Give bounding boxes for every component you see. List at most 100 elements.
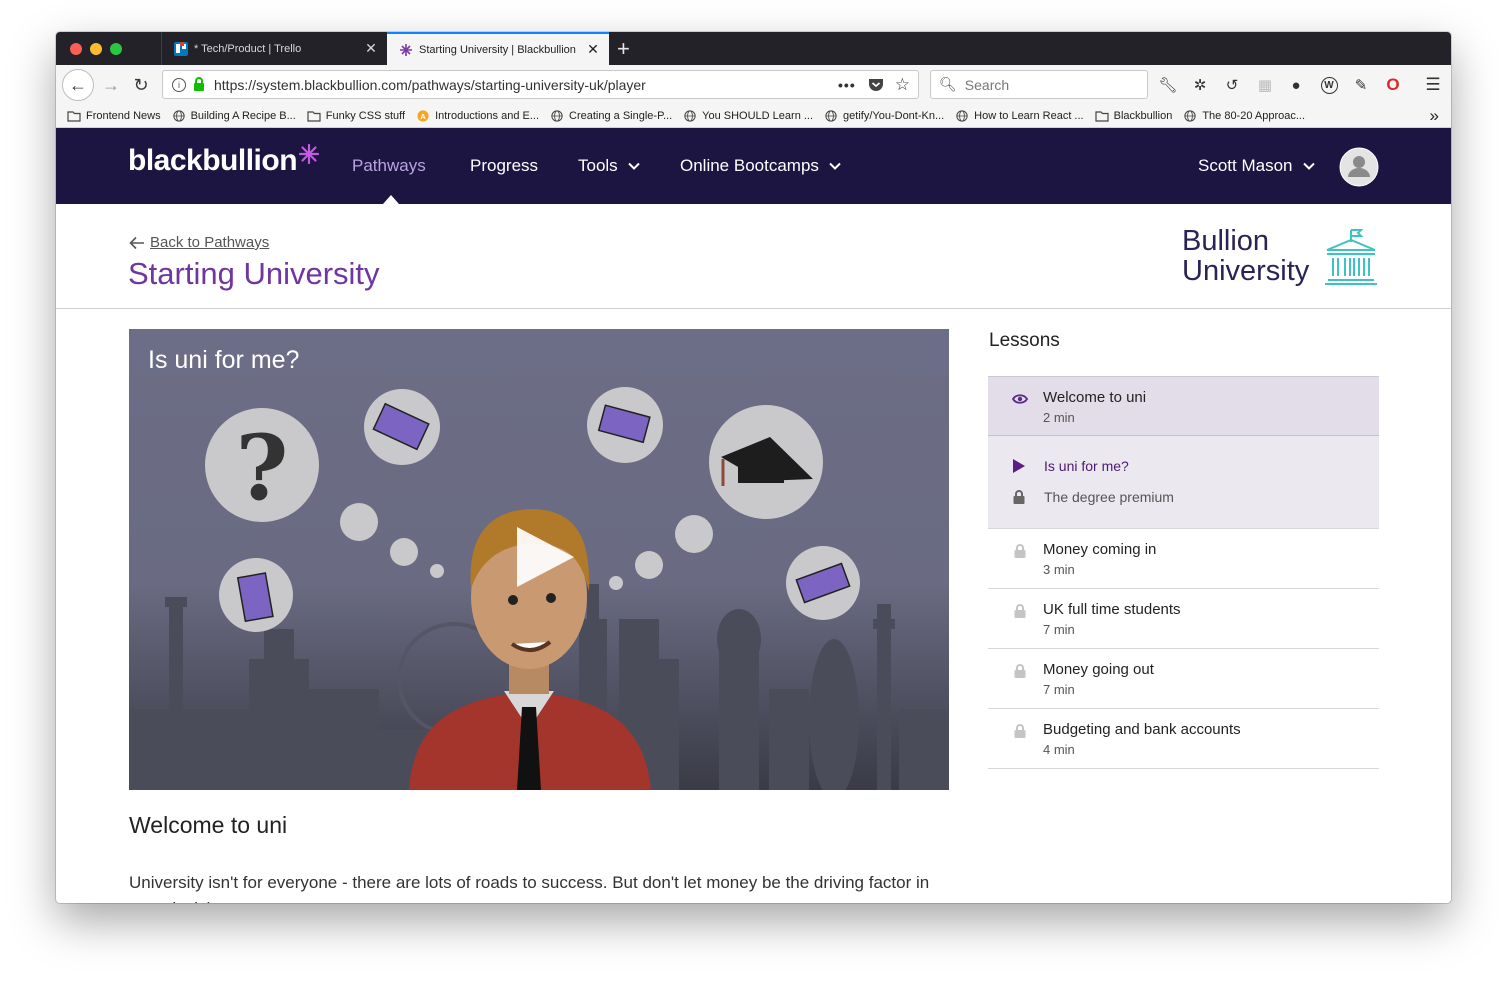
bookmark-item[interactable]: How to Learn React ... bbox=[955, 110, 1084, 122]
url-text[interactable]: https://system.blackbullion.com/pathways… bbox=[214, 77, 838, 93]
close-window-icon[interactable] bbox=[70, 43, 82, 55]
bookmark-item[interactable]: Creating a Single-P... bbox=[550, 110, 672, 122]
chevron-down-icon bbox=[829, 162, 841, 170]
wappalyzer-icon[interactable]: W bbox=[1318, 74, 1340, 96]
info-icon[interactable]: i bbox=[172, 77, 186, 92]
lesson-duration: 7 min bbox=[1043, 682, 1075, 697]
opera-icon[interactable]: O bbox=[1382, 74, 1404, 96]
active-nav-indicator bbox=[383, 195, 399, 204]
site-logo[interactable]: blackbullion bbox=[128, 144, 320, 178]
bookmarks-overflow-icon[interactable]: » bbox=[1430, 106, 1439, 126]
tab-title: Starting University | Blackbullion bbox=[419, 43, 576, 56]
bookmark-label: Frontend News bbox=[86, 110, 161, 122]
lesson-item[interactable]: Money going out 7 min bbox=[988, 649, 1379, 709]
avatar[interactable] bbox=[1339, 147, 1379, 187]
back-to-pathways-link[interactable]: Back to Pathways bbox=[129, 234, 269, 251]
nav-tools[interactable]: Tools bbox=[578, 156, 640, 176]
new-tab-icon[interactable]: + bbox=[617, 36, 630, 62]
lesson-title: Budgeting and bank accounts bbox=[1043, 721, 1241, 738]
university-building-icon bbox=[1325, 229, 1377, 285]
globe-icon bbox=[825, 110, 837, 122]
sublesson-item[interactable]: Is uni for me? bbox=[1012, 458, 1129, 474]
trello-icon bbox=[174, 41, 188, 56]
bookmark-label: Funky CSS stuff bbox=[325, 110, 406, 122]
bookmark-label: getify/You-Dont-Kn... bbox=[843, 110, 945, 122]
menu-icon[interactable]: ☰ bbox=[1422, 74, 1444, 96]
lesson-duration: 3 min bbox=[1043, 562, 1075, 577]
lesson-item[interactable]: Money coming in 3 min bbox=[988, 529, 1379, 589]
folder-icon bbox=[67, 111, 81, 122]
pocket-icon[interactable] bbox=[868, 77, 884, 92]
extension-balls-icon[interactable]: ● bbox=[1285, 74, 1307, 96]
bookmark-item[interactable]: The 80-20 Approac... bbox=[1183, 110, 1305, 122]
search-bar[interactable]: 🔍︎ Search bbox=[930, 70, 1148, 99]
lesson-item[interactable]: UK full time students 7 min bbox=[988, 589, 1379, 649]
tab-blackbullion[interactable]: Starting University | Blackbullion ✕ bbox=[387, 32, 609, 65]
bookmark-label: Blackbullion bbox=[1113, 110, 1173, 122]
nav-pathways[interactable]: Pathways bbox=[352, 156, 426, 176]
lesson-duration: 7 min bbox=[1043, 622, 1075, 637]
bookmark-item[interactable]: You SHOULD Learn ... bbox=[683, 110, 813, 122]
bookmark-label: You SHOULD Learn ... bbox=[702, 110, 814, 122]
tab-strip: * Tech/Product | Trello ✕ Starting Unive… bbox=[56, 32, 1451, 65]
folder-icon bbox=[1095, 111, 1109, 122]
bookmark-item[interactable]: Funky CSS stuff bbox=[307, 110, 405, 122]
partner-logo-line1: Bullion bbox=[1182, 225, 1270, 257]
arrow-left-icon bbox=[129, 236, 144, 249]
lock-icon bbox=[1013, 490, 1025, 504]
close-tab-icon[interactable]: ✕ bbox=[583, 41, 603, 58]
globe-icon bbox=[684, 110, 696, 122]
eye-icon bbox=[1012, 394, 1028, 404]
forward-icon[interactable]: → bbox=[96, 70, 126, 100]
logo-star-icon bbox=[299, 144, 320, 164]
globe-icon bbox=[956, 110, 968, 122]
reload-icon[interactable]: ↻ bbox=[126, 70, 156, 100]
chevron-down-icon bbox=[627, 162, 640, 170]
blackbullion-star-icon bbox=[400, 43, 412, 56]
user-name: Scott Mason bbox=[1198, 156, 1293, 175]
tab-trello[interactable]: * Tech/Product | Trello ✕ bbox=[161, 32, 387, 65]
eyedropper-icon[interactable]: ✎ bbox=[1350, 74, 1372, 96]
lesson-duration: 4 min bbox=[1043, 742, 1075, 757]
search-placeholder: Search bbox=[964, 76, 1010, 93]
extension-icon[interactable]: ▦ bbox=[1254, 74, 1276, 96]
bookmark-item[interactable]: getify/You-Dont-Kn... bbox=[824, 110, 944, 122]
lesson-title: Welcome to uni bbox=[1043, 389, 1147, 406]
navigation-bar: ← → ↻ i https://system.blackbullion.com/… bbox=[56, 65, 1451, 105]
bookmark-item[interactable]: Frontend News bbox=[67, 110, 161, 122]
play-icon bbox=[1013, 459, 1025, 473]
chevron-down-icon bbox=[1302, 162, 1315, 170]
lock-icon bbox=[1014, 604, 1026, 618]
globe-icon bbox=[1184, 110, 1196, 122]
nav-label: Tools bbox=[578, 156, 618, 175]
back-icon[interactable]: ← bbox=[62, 69, 94, 101]
wrench-icon[interactable]: 🔧︎ bbox=[1157, 74, 1179, 96]
gear-icon[interactable]: ✲ bbox=[1189, 74, 1211, 96]
bookmark-item[interactable]: Building A Recipe B... bbox=[172, 110, 296, 122]
nav-label: Online Bootcamps bbox=[680, 156, 819, 175]
orange-a-icon: A bbox=[417, 110, 429, 122]
history-icon[interactable]: ↺ bbox=[1221, 74, 1243, 96]
video-thumbnail-illustration: ? bbox=[129, 329, 949, 790]
bookmark-item[interactable]: Blackbullion bbox=[1095, 110, 1173, 122]
nav-online-bootcamps[interactable]: Online Bootcamps bbox=[680, 156, 841, 176]
address-bar[interactable]: i https://system.blackbullion.com/pathwa… bbox=[162, 70, 919, 99]
sublesson-title: Is uni for me? bbox=[1044, 458, 1129, 474]
search-icon: 🔍︎ bbox=[939, 76, 957, 92]
lesson-item[interactable]: Welcome to uni 2 min bbox=[988, 376, 1379, 436]
site-header: blackbullion Pathways Progress Tools Onl… bbox=[56, 128, 1451, 204]
video-player[interactable]: ? Is uni for me? bbox=[129, 329, 949, 790]
nav-progress[interactable]: Progress bbox=[470, 156, 538, 176]
sublesson-item[interactable]: The degree premium bbox=[1012, 489, 1174, 505]
globe-icon bbox=[172, 110, 185, 122]
bookmark-label: Building A Recipe B... bbox=[190, 110, 296, 122]
lesson-item[interactable]: Budgeting and bank accounts 4 min bbox=[988, 709, 1379, 769]
bookmark-item[interactable]: A Introductions and E... bbox=[416, 110, 539, 122]
globe-icon bbox=[551, 110, 563, 122]
minimize-window-icon[interactable] bbox=[90, 43, 102, 55]
maximize-window-icon[interactable] bbox=[110, 43, 122, 55]
user-menu[interactable]: Scott Mason bbox=[1198, 156, 1315, 176]
close-tab-icon[interactable]: ✕ bbox=[361, 40, 381, 57]
bookmark-star-icon[interactable]: ☆ bbox=[895, 75, 910, 95]
page-actions-icon[interactable]: ••• bbox=[838, 77, 856, 93]
